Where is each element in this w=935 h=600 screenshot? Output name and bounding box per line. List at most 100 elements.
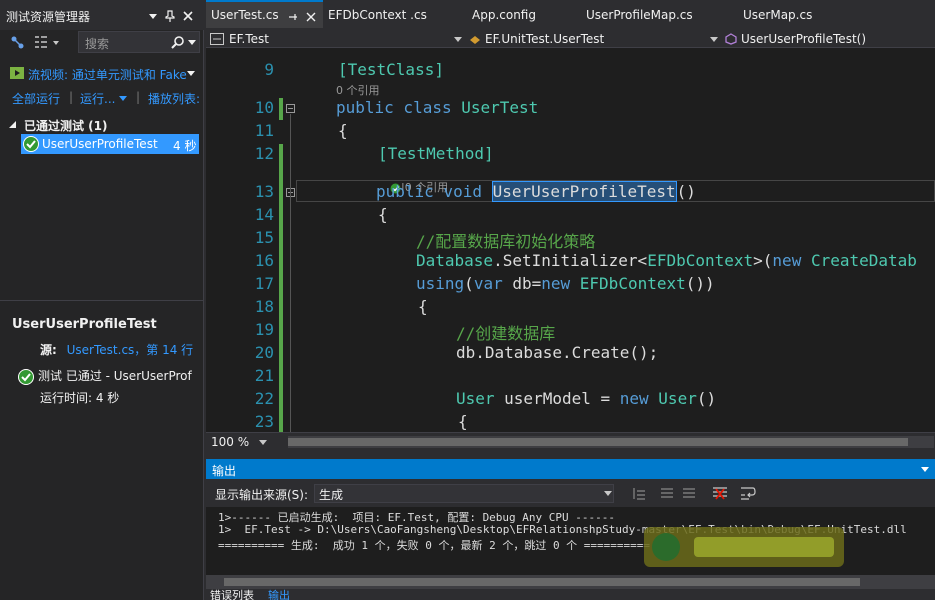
link-separator: | — [136, 90, 141, 104]
code-line-10[interactable]: public class UserTest — [336, 98, 538, 117]
project-dropdown[interactable]: EF.Test — [210, 30, 462, 48]
output-toolbar: 显示输出来源(S): 生成 — [206, 479, 935, 507]
tab-label: UserTest.cs — [211, 8, 279, 22]
code-line-15[interactable]: //配置数据库初始化策略 — [416, 228, 595, 252]
code-line-9[interactable]: [TestClass] — [338, 60, 444, 79]
word-wrap-icon[interactable] — [740, 486, 756, 500]
scrollbar-thumb[interactable] — [288, 438, 908, 446]
test-explorer-panel: 测试资源管理器 搜索 流视频: 通过单元测试和 Fake 全部运行 | 运行..… — [0, 0, 204, 600]
search-placeholder: 搜索 — [85, 37, 110, 51]
tab-close-icon[interactable] — [306, 12, 316, 22]
tab-userprofilemap-cs[interactable]: UserProfileMap.cs — [586, 0, 693, 30]
previous-message-icon[interactable] — [632, 487, 646, 500]
playlist-video-link[interactable]: 流视频: 通过单元测试和 Fake — [0, 62, 204, 84]
code-line-14[interactable]: { — [378, 205, 388, 224]
dropdown-arrow-icon[interactable] — [920, 466, 930, 474]
dropdown-arrow-icon[interactable] — [146, 9, 160, 23]
panel-divider[interactable] — [0, 300, 204, 301]
find-message-icon[interactable] — [660, 487, 674, 500]
output-title-bar: 输出 — [206, 459, 935, 479]
line-number: 16 — [254, 251, 274, 270]
next-message-icon[interactable] — [682, 487, 696, 500]
test-row-selected[interactable]: UserUserProfileTest 4 秒 — [21, 134, 199, 154]
list-view-icon[interactable] — [34, 35, 60, 51]
chevron-down-icon[interactable] — [454, 37, 462, 43]
horizontal-scrollbar[interactable] — [288, 436, 934, 448]
code-line-17[interactable]: using(var db=new EFDbContext()) — [416, 274, 715, 293]
detail-passed: 测试 已通过 - UserUserProf — [18, 367, 192, 385]
line-number: 15 — [254, 228, 274, 247]
line-number: 21 — [254, 366, 274, 385]
code-line-20[interactable]: db.Database.Create(); — [456, 343, 658, 362]
line-number: 19 — [254, 320, 274, 339]
class-icon — [468, 34, 482, 46]
zoom-level: 100 % — [211, 435, 250, 449]
chevron-down-icon[interactable] — [604, 491, 612, 497]
line-number: 20 — [254, 343, 274, 362]
video-icon — [10, 67, 24, 79]
output-source-label: 显示输出来源(S): — [215, 488, 309, 502]
scrollbar-thumb[interactable] — [224, 578, 860, 586]
playlist-link[interactable]: 播放列表: — [148, 90, 200, 107]
test-name: UserUserProfileTest — [42, 137, 158, 151]
tab-app-config[interactable]: App.config — [472, 0, 536, 30]
run-all-link[interactable]: 全部运行 — [12, 90, 60, 107]
fold-toggle-icon[interactable] — [286, 104, 295, 113]
line-number: 23 — [254, 412, 274, 431]
tab-pin-icon[interactable] — [288, 12, 298, 22]
codelens-references[interactable]: 0 个引用 — [336, 82, 380, 98]
source-link[interactable]: UserTest.cs，第 14 行 — [67, 343, 194, 357]
output-horizontal-scrollbar[interactable] — [206, 575, 935, 589]
code-line-16[interactable]: Database.SetInitializer<EFDbContext>(new… — [416, 251, 917, 270]
document-tab-strip: UserTest.cs EFDbContext .cs App.config U… — [206, 0, 935, 30]
code-line-18[interactable]: { — [418, 297, 428, 316]
tab-usermap-cs[interactable]: UserMap.cs — [743, 0, 812, 30]
line-number: 10 — [254, 98, 274, 117]
output-source-value: 生成 — [319, 488, 344, 502]
line-number: 22 — [254, 389, 274, 408]
clear-all-icon[interactable] — [712, 486, 728, 500]
member-dropdown[interactable]: UserUserProfileTest() — [724, 30, 932, 48]
chevron-down-icon[interactable] — [259, 440, 267, 446]
line-number: 17 — [254, 274, 274, 293]
passed-tests-group-label: 已通过测试 (1) — [24, 119, 108, 133]
code-line-11[interactable]: { — [338, 121, 348, 140]
code-editor[interactable]: 9 10 11 12 13 14 15 16 17 18 19 20 21 22… — [206, 48, 935, 432]
group-by-icon[interactable] — [10, 35, 26, 51]
line-number: 18 — [254, 297, 274, 316]
close-icon[interactable] — [181, 9, 195, 23]
collapse-triangle-icon[interactable] — [8, 120, 17, 129]
tab-output[interactable]: 输出 — [268, 589, 290, 600]
playlist-video-text[interactable]: 流视频: 通过单元测试和 Fake — [28, 66, 187, 83]
tab-efdbcontext-cs[interactable]: EFDbContext .cs — [328, 0, 427, 30]
tab-usertest-cs[interactable]: UserTest.cs — [206, 0, 323, 30]
run-dropdown-icon[interactable] — [118, 95, 128, 103]
code-line-12[interactable]: [TestMethod] — [378, 144, 494, 163]
search-dropdown-icon[interactable] — [187, 37, 197, 47]
tab-error-list[interactable]: 错误列表 — [210, 589, 254, 600]
code-line-23[interactable]: { — [458, 412, 468, 431]
project-name: EF.Test — [229, 32, 270, 46]
run-link[interactable]: 运行... — [80, 90, 115, 107]
pin-icon[interactable] — [163, 9, 177, 23]
output-title: 输出 — [212, 464, 237, 478]
output-source-select[interactable]: 生成 — [314, 484, 614, 503]
change-indicator — [279, 98, 283, 120]
code-line-13[interactable]: public void UserUserProfileTest() — [376, 181, 696, 202]
code-line-19[interactable]: //创建数据库 — [456, 320, 555, 344]
chevron-down-icon[interactable] — [186, 70, 196, 78]
detail-passed-text: 测试 已通过 - UserUserProf — [38, 369, 192, 383]
chevron-down-icon[interactable] — [710, 37, 718, 43]
test-explorer-title: 测试资源管理器 — [6, 10, 91, 24]
output-text-area[interactable]: 1>------ 已启动生成: 项目: EF.Test, 配置: Debug A… — [206, 507, 935, 575]
csharp-project-icon — [210, 33, 224, 45]
zoom-dropdown[interactable]: 100 % — [208, 434, 268, 451]
search-icon[interactable] — [171, 35, 185, 49]
change-indicator — [279, 144, 283, 432]
test-duration: 4 秒 — [173, 139, 197, 153]
editor-status-strip: 100 % — [206, 432, 935, 452]
passed-tests-group[interactable]: 已通过测试 (1) — [0, 116, 204, 134]
search-input[interactable]: 搜索 — [78, 31, 200, 53]
class-dropdown[interactable]: EF.UnitTest.UserTest — [468, 30, 718, 48]
code-line-22[interactable]: User userModel = new User() — [456, 389, 716, 408]
